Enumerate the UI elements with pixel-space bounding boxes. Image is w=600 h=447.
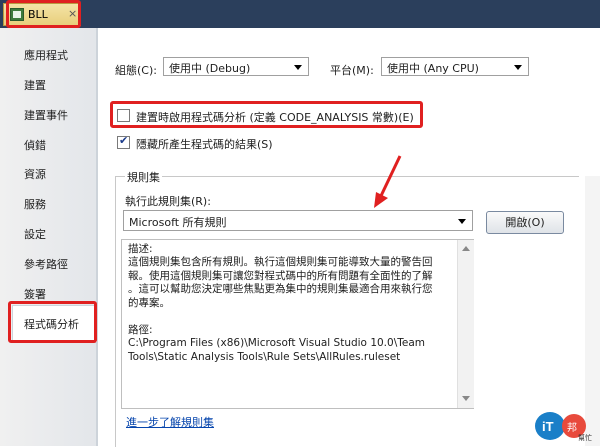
scroll-down-icon[interactable] (462, 396, 470, 401)
suppress-generated-results-label[interactable]: 隱藏所產生程式碼的結果(S) (136, 136, 273, 152)
path-label: 路徑: (128, 324, 153, 336)
sidebar-item-build-events[interactable]: 建置事件 (24, 107, 68, 123)
sidebar-item-debug[interactable]: 偵錯 (24, 137, 46, 153)
platform-dropdown[interactable]: 使用中 (Any CPU) (381, 57, 529, 76)
svg-text:幫忙: 幫忙 (578, 433, 592, 442)
sidebar-item-signing[interactable]: 簽署 (24, 286, 46, 302)
platform-label: 平台(M): (330, 64, 374, 77)
configuration-label: 組態(C): (115, 64, 157, 77)
suppress-generated-results-checkbox[interactable]: ✔ (117, 134, 130, 149)
open-rule-set-button[interactable]: 開啟(O) (486, 211, 564, 234)
chevron-down-icon (458, 219, 466, 224)
description-line: 。這可以幫助您決定哪些焦點更為集中的規則集最適合用來執行您 (128, 283, 433, 295)
open-rule-set-button-label: 開啟(O) (505, 216, 545, 229)
configuration-dropdown[interactable]: 使用中 (Debug) (163, 57, 309, 76)
description-line: 描述: (128, 243, 153, 255)
rule-set-group-title: 規則集 (125, 169, 162, 185)
svg-text:邦: 邦 (567, 421, 577, 434)
sidebar-item-resources[interactable]: 資源 (24, 166, 46, 182)
sidebar-item-settings[interactable]: 設定 (24, 226, 46, 242)
description-scrollbar[interactable] (457, 240, 474, 408)
sidebar-item-reference-paths[interactable]: 參考路徑 (24, 256, 68, 272)
scroll-up-icon[interactable] (462, 246, 470, 251)
tab-highlight-annotation (6, 0, 81, 28)
checkbox-highlight-annotation (110, 101, 423, 128)
rule-set-description: 描述: 這個規則集包含所有規則。執行這個規則集可能導致大量的警告回 報。使用這個… (121, 239, 474, 409)
document-tab-strip (0, 0, 600, 28)
svg-text:iT: iT (542, 419, 554, 434)
run-rule-set-label: 執行此規則集(R): (125, 195, 211, 208)
platform-value: 使用中 (Any CPU) (387, 62, 479, 75)
annotation-arrow (374, 155, 402, 208)
page-scrollbar[interactable] (585, 176, 600, 446)
chevron-down-icon (294, 65, 302, 70)
path-line: Tools\Static Analysis Tools\Rule Sets\Al… (128, 351, 401, 363)
sidebar-item-build[interactable]: 建置 (24, 77, 46, 93)
description-line: 這個規則集包含所有規則。執行這個規則集可能導致大量的警告回 (128, 256, 433, 268)
sidebar-item-application[interactable]: 應用程式 (24, 47, 68, 63)
description-line: 報。使用這個規則集可讓您對程式碼中的所有問題有全面性的了解 (128, 270, 433, 282)
code-analysis-highlight-annotation (8, 301, 97, 343)
path-line: C:\Program Files (x86)\Microsoft Visual … (128, 337, 425, 349)
checkmark-icon: ✔ (119, 134, 129, 147)
property-page-sidebar (0, 28, 96, 446)
description-line: 的專案。 (128, 297, 170, 309)
sidebar-item-services[interactable]: 服務 (24, 196, 46, 212)
rule-set-value: Microsoft 所有規則 (129, 216, 227, 229)
chevron-down-icon (514, 65, 522, 70)
configuration-value: 使用中 (Debug) (169, 62, 251, 75)
site-watermark-logo: iT 邦 幫忙 (535, 412, 592, 442)
rule-set-dropdown[interactable]: Microsoft 所有規則 (123, 210, 473, 231)
learn-more-link[interactable]: 進一步了解規則集 (126, 414, 214, 430)
